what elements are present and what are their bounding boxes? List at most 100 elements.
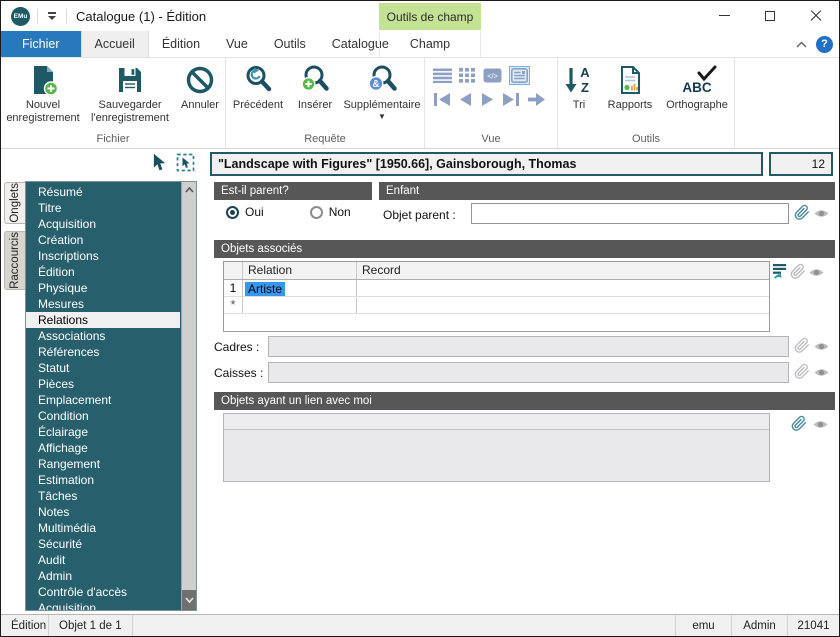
- radio-label: Oui: [245, 205, 264, 219]
- sidebar-item[interactable]: Références: [26, 344, 180, 360]
- help-button[interactable]: ?: [816, 36, 833, 53]
- ribbon-tab[interactable]: Fichier: [1, 31, 81, 57]
- sidebar-item[interactable]: Estimation: [26, 472, 180, 488]
- ribbon-tab-bar: FichierAccueilÉditionVueOutilsCatalogue …: [1, 31, 839, 58]
- sidebar-item[interactable]: Résumé: [26, 184, 180, 200]
- form-view-selected[interactable]: [509, 66, 530, 85]
- sidebar-vertical-tab[interactable]: Raccourcis: [4, 231, 25, 290]
- svg-text:</>: </>: [487, 72, 498, 81]
- svg-text:&: &: [372, 79, 379, 90]
- record-cell[interactable]: [357, 297, 769, 313]
- insert-search-button[interactable]: Insérer: [290, 61, 340, 112]
- marquee-select-tool-icon[interactable]: [176, 153, 195, 172]
- ribbon-tab[interactable]: Accueil: [81, 31, 149, 57]
- minimize-icon: [719, 15, 730, 16]
- sidebar-item[interactable]: Condition: [26, 408, 180, 424]
- caisses-label: Caisses :: [214, 366, 263, 380]
- supplementary-search-button[interactable]: & Supplémentaire ▼: [340, 61, 424, 121]
- selected-cell-value[interactable]: Artiste: [245, 282, 285, 296]
- sidebar-item[interactable]: Rangement: [26, 456, 180, 472]
- sidebar-item[interactable]: Emplacement: [26, 392, 180, 408]
- scroll-down-button[interactable]: [182, 590, 196, 610]
- sidebar-item[interactable]: Associations: [26, 328, 180, 344]
- contextual-tab-group: Outils de champ: [379, 3, 481, 30]
- sidebar-item[interactable]: Statut: [26, 360, 180, 376]
- radio-dot-icon: [310, 206, 323, 219]
- grid-view-icon[interactable]: [459, 68, 476, 83]
- previous-record-icon[interactable]: [458, 92, 473, 107]
- collapse-ribbon-icon[interactable]: [796, 41, 807, 48]
- list-view-icon[interactable]: [433, 68, 452, 83]
- next-record-icon[interactable]: [480, 92, 495, 107]
- close-icon: [810, 10, 822, 22]
- tab-champ[interactable]: Champ: [379, 31, 481, 57]
- eye-icon: [808, 265, 825, 280]
- sidebar-item[interactable]: Pièces: [26, 376, 180, 392]
- linked-objects-list: [223, 413, 770, 482]
- save-record-button[interactable]: Sauvegarder l'enregistrement: [85, 61, 175, 124]
- table-new-row[interactable]: *: [224, 297, 769, 314]
- spellcheck-button[interactable]: ABC Orthographe: [660, 61, 734, 112]
- group-label-vue: Vue: [425, 133, 557, 148]
- section-header-enfant: Enfant: [379, 182, 835, 200]
- radio-option[interactable]: Oui: [226, 205, 264, 219]
- objet-parent-label: Objet parent :: [383, 208, 456, 222]
- sidebar-item[interactable]: Notes: [26, 504, 180, 520]
- ribbon-tab[interactable]: Édition: [149, 31, 213, 57]
- fill-down-button[interactable]: [771, 262, 789, 280]
- objet-parent-input[interactable]: [471, 203, 789, 224]
- sidebar-item[interactable]: Inscriptions: [26, 248, 180, 264]
- relation-cell[interactable]: [243, 297, 357, 313]
- new-record-button[interactable]: Nouvel enregistrement: [1, 61, 85, 124]
- close-button[interactable]: [793, 1, 839, 30]
- record-cell[interactable]: [357, 280, 769, 296]
- minimize-button[interactable]: [701, 1, 747, 30]
- attach-button-lien[interactable]: [790, 414, 808, 432]
- code-view-icon[interactable]: </>: [483, 68, 502, 83]
- previous-search-button[interactable]: Précédent: [226, 61, 290, 112]
- pointer-tool-icon[interactable]: [152, 153, 167, 172]
- sidebar-item[interactable]: Sécurité: [26, 536, 180, 552]
- sidebar-item[interactable]: Acquisition: [26, 600, 180, 611]
- record-header: "Landscape with Figures" [1950.66], Gain…: [210, 152, 833, 176]
- cancel-button[interactable]: Annuler: [175, 61, 225, 112]
- sidebar-scrollbar[interactable]: [181, 182, 196, 610]
- sort-button[interactable]: A Z Tri: [558, 61, 600, 112]
- sidebar-item[interactable]: Affichage: [26, 440, 180, 456]
- sidebar-item[interactable]: Mesures: [26, 296, 180, 312]
- sidebar-item[interactable]: Admin: [26, 568, 180, 584]
- maximize-button[interactable]: [747, 1, 793, 30]
- attach-button-objet-parent[interactable]: [793, 203, 811, 221]
- sidebar-vertical-tab[interactable]: Onglets: [4, 182, 25, 224]
- sidebar-item[interactable]: Création: [26, 232, 180, 248]
- goto-record-icon[interactable]: [527, 92, 546, 107]
- svg-text:ABC: ABC: [682, 80, 711, 95]
- sidebar-item[interactable]: Éclairage: [26, 424, 180, 440]
- group-label-requete: Requête: [226, 133, 424, 148]
- reports-button[interactable]: Rapports: [600, 61, 660, 112]
- scroll-up-button[interactable]: [182, 182, 196, 198]
- sidebar-item[interactable]: Acquisition: [26, 216, 180, 232]
- sidebar-item[interactable]: Audit: [26, 552, 180, 568]
- sidebar-item[interactable]: Relations: [26, 312, 180, 328]
- table-row[interactable]: 1 Artiste: [224, 280, 769, 297]
- first-record-icon[interactable]: [433, 92, 451, 107]
- sidebar-item[interactable]: Titre: [26, 200, 180, 216]
- eye-icon: [812, 417, 829, 432]
- relation-cell[interactable]: Artiste: [243, 280, 357, 296]
- quick-access-dropdown-icon[interactable]: [45, 9, 59, 23]
- ribbon-tab[interactable]: Vue: [213, 31, 261, 57]
- sidebar-item[interactable]: Contrôle d'accès: [26, 584, 180, 600]
- section-header-est-il-parent: Est-il parent?: [214, 182, 372, 200]
- window-controls: [701, 1, 839, 31]
- new-row-marker: *: [224, 297, 243, 313]
- sidebar-item[interactable]: Édition: [26, 264, 180, 280]
- caisses-field: [268, 362, 789, 383]
- ribbon-tab[interactable]: Outils: [261, 31, 319, 57]
- new-record-icon: [27, 64, 59, 96]
- sidebar-item[interactable]: Physique: [26, 280, 180, 296]
- radio-option[interactable]: Non: [310, 205, 351, 219]
- last-record-icon[interactable]: [502, 92, 520, 107]
- sidebar-item[interactable]: Tâches: [26, 488, 180, 504]
- sidebar-item[interactable]: Multimédia: [26, 520, 180, 536]
